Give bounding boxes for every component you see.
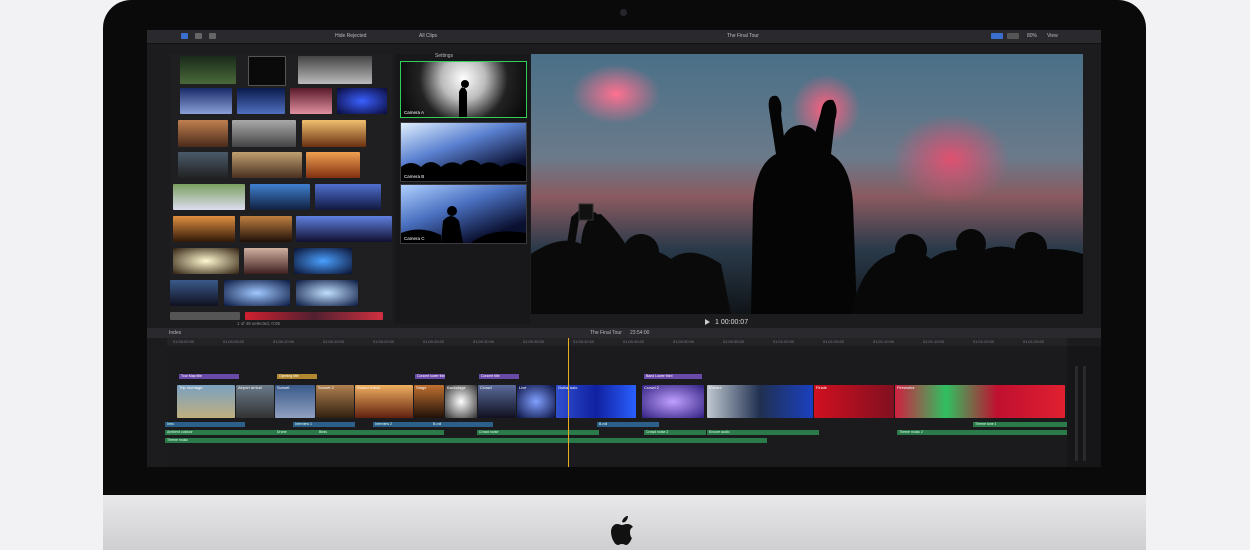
apple-logo-icon [611, 516, 633, 545]
performer-silhouette [459, 80, 469, 117]
clip-thumbnail[interactable] [224, 280, 290, 306]
timeline-clip[interactable]: Encore [707, 385, 813, 418]
viewer-timecode: 1 00:00:07 [715, 319, 749, 326]
timeline-ruler: 01:00:00:00 01:00:05:00 01:00:10:00 01:0… [167, 338, 1067, 346]
clip-thumbnail[interactable] [315, 184, 381, 210]
audio-clip[interactable]: Theme music [165, 438, 767, 443]
audio-meters [1067, 346, 1101, 467]
clip-thumbnail[interactable] [296, 216, 392, 242]
timeline-clip[interactable]: Sunset 2 [316, 385, 354, 418]
viewer-controls: 1 00:00:07 [395, 318, 1101, 328]
zoom-level[interactable]: 80% [1027, 33, 1037, 39]
crowd-silhouette [401, 160, 526, 181]
media-browser [170, 54, 392, 320]
audio-clip[interactable]: Theme music 2 [897, 430, 1067, 435]
clip-thumbnail[interactable] [245, 312, 383, 320]
clip-thumbnail[interactable] [180, 88, 232, 114]
audio-clip[interactable]: Theme tune 1 [973, 422, 1067, 427]
settings-menu[interactable]: Settings [435, 53, 453, 59]
view-menu[interactable]: View [1047, 33, 1058, 39]
concert-crowd-silhouette [531, 95, 1083, 314]
hide-rejected-menu[interactable]: Hide Rejected [335, 33, 366, 39]
timeline-clip[interactable]: Sound check [355, 385, 413, 418]
angle-camera-b[interactable]: Camera B [400, 122, 527, 182]
fan-silhouette [401, 206, 526, 243]
clip-thumbnail[interactable] [302, 120, 366, 147]
audio-clip[interactable]: B-roll [597, 422, 659, 427]
final-cut-pro-screen: Hide Rejected All Clips The Final Tour 8… [147, 30, 1101, 467]
audio-clip[interactable]: Encore audio [707, 430, 819, 435]
angle-camera-c[interactable]: Camera C [400, 184, 527, 244]
clip-thumbnail[interactable] [337, 88, 387, 114]
playhead[interactable] [568, 338, 569, 467]
audio-clip[interactable]: Crowd noise [477, 430, 599, 435]
timeline-clip[interactable]: Trip montage [177, 385, 235, 418]
audio-clip[interactable]: Interview 1 [293, 422, 355, 427]
clip-thumbnail[interactable] [173, 184, 245, 210]
title-clip[interactable]: Opening title [277, 374, 317, 379]
meter-right [1083, 366, 1086, 461]
timeline-clip[interactable]: Airport arrival [236, 385, 274, 418]
clip-thumbnail[interactable] [173, 216, 235, 242]
clip-thumbnail[interactable] [298, 56, 372, 84]
audio-clip[interactable]: Ambient outdoor [165, 430, 275, 435]
clip-thumbnail[interactable] [250, 184, 310, 210]
clip-thumbnail[interactable] [178, 152, 228, 178]
angle-camera-a[interactable]: Camera A [400, 61, 527, 118]
photos-icon[interactable] [195, 33, 202, 39]
audio-clip[interactable]: Birds [317, 430, 444, 435]
layout-button-2[interactable] [1007, 33, 1019, 39]
timeline-clip[interactable]: Crowd [478, 385, 516, 418]
main-viewer [531, 54, 1083, 314]
clip-thumbnail[interactable] [173, 248, 239, 274]
play-icon[interactable] [705, 319, 710, 325]
timeline-clip[interactable]: Live [517, 385, 555, 418]
timeline-duration: 23:54:00 [630, 330, 650, 336]
timeline-clip[interactable]: Crowd 2 [642, 385, 704, 418]
title-clip[interactable]: Tour Map title [179, 374, 239, 379]
title-clip[interactable]: Band Lower third [644, 374, 702, 379]
timeline-project-name: The Final Tour [590, 330, 622, 336]
timeline-clip[interactable]: Sunset [275, 385, 315, 418]
project-name: The Final Tour [727, 33, 759, 39]
clip-thumbnail[interactable] [294, 248, 352, 274]
clip-thumbnail[interactable] [232, 152, 302, 178]
timeline-clip[interactable]: Fireworks [895, 385, 1065, 418]
timeline-clip[interactable]: Finale [814, 385, 894, 418]
clip-thumbnail[interactable] [170, 280, 218, 306]
audio-clip[interactable]: Interview 2 [373, 422, 435, 427]
browser-status: 1 of 48 selected, 0:05 [237, 321, 281, 326]
layout-button[interactable] [991, 33, 1003, 39]
clip-thumbnail[interactable] [296, 280, 358, 306]
title-clip[interactable]: Concert title [479, 374, 519, 379]
camera-icon [620, 9, 627, 16]
clip-thumbnail[interactable] [180, 56, 236, 84]
title-clip[interactable]: Concert lower third [415, 374, 445, 379]
titles-icon[interactable] [209, 33, 216, 39]
audio-clip[interactable]: B-roll [431, 422, 493, 427]
angle-viewer: Settings Camera A Camera B Camera C [395, 53, 530, 324]
clip-thumbnail[interactable] [170, 312, 240, 320]
library-icon[interactable] [181, 33, 188, 39]
audio-clip[interactable]: Intro [165, 422, 245, 427]
clip-thumbnail[interactable] [290, 88, 332, 114]
timeline-header: Index The Final Tour 23:54:00 [147, 328, 1101, 338]
clip-thumbnail[interactable] [232, 120, 296, 147]
timeline-clip[interactable]: Stage [414, 385, 444, 418]
timeline-clip[interactable]: Backstage [445, 385, 477, 418]
clip-thumbnail[interactable] [306, 152, 360, 178]
meter-left [1075, 366, 1078, 461]
clip-thumbnail[interactable] [178, 120, 228, 147]
top-toolbar: Hide Rejected All Clips The Final Tour 8… [147, 30, 1101, 44]
audio-clip[interactable]: Drone [275, 430, 317, 435]
clip-thumbnail[interactable] [248, 56, 286, 86]
clip-thumbnail[interactable] [237, 88, 285, 114]
clip-thumbnail[interactable] [244, 248, 288, 274]
audio-clip[interactable]: Crowd noise 2 [644, 430, 706, 435]
clip-thumbnail[interactable] [240, 216, 292, 242]
event-filter[interactable]: All Clips [419, 33, 437, 39]
index-button[interactable]: Index [169, 330, 181, 336]
